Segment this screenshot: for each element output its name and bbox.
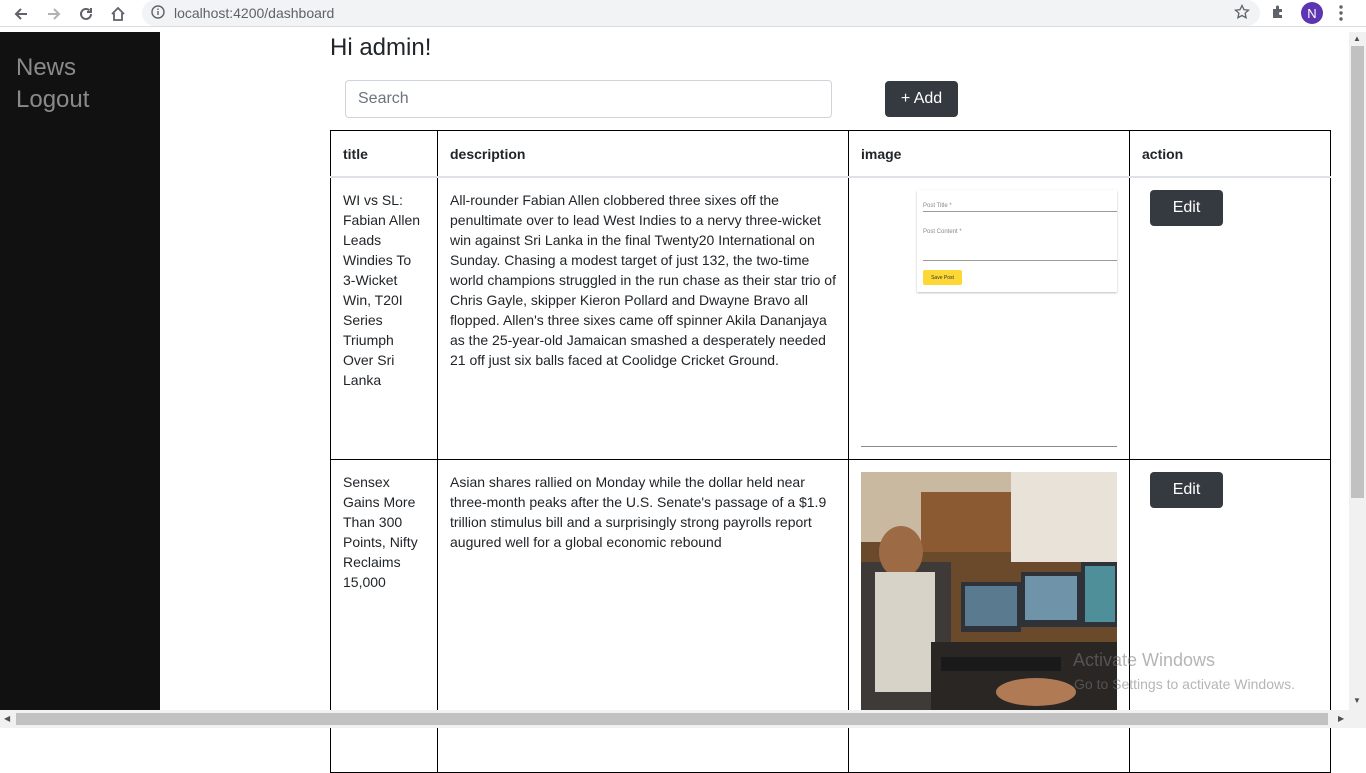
sidebar: News Logout — [0, 32, 160, 710]
horizontal-scroll-thumb[interactable] — [16, 713, 1328, 725]
home-icon[interactable] — [107, 3, 129, 25]
bookmark-star-icon[interactable] — [1233, 3, 1251, 25]
news-image-cell: Post Title * Post Content * Save Post — [848, 176, 1130, 460]
post-title-label: Post Title * — [923, 203, 952, 209]
activate-windows-title: Activate Windows — [1073, 650, 1216, 670]
news-title: WI vs SL: Fabian Allen Leads Windies To … — [330, 176, 438, 460]
divider — [923, 260, 1117, 261]
scroll-up-arrow-icon[interactable]: ▲ — [1353, 34, 1361, 43]
url-text: localhost:4200/dashboard — [174, 5, 335, 21]
horizontal-scrollbar[interactable]: ◀ ▶ — [0, 710, 1366, 728]
page-title: Hi admin! — [330, 34, 432, 61]
reload-icon[interactable] — [75, 3, 97, 25]
column-header-action: action — [1129, 130, 1331, 178]
news-description: All-rounder Fabian Allen clobbered three… — [437, 176, 849, 460]
browser-toolbar: localhost:4200/dashboard N — [0, 0, 1366, 27]
divider — [923, 211, 1117, 212]
vertical-scrollbar[interactable]: ▲ ▼ — [1349, 32, 1366, 710]
back-icon[interactable] — [10, 3, 32, 25]
add-news-button[interactable]: + Add — [885, 81, 958, 117]
address-bar[interactable]: localhost:4200/dashboard — [142, 0, 1260, 26]
action-cell: Edit — [1129, 176, 1331, 460]
scroll-left-arrow-icon[interactable]: ◀ — [4, 714, 10, 723]
info-icon[interactable] — [151, 5, 165, 24]
sidebar-item-news[interactable]: News — [16, 52, 76, 84]
forward-icon[interactable] — [43, 3, 65, 25]
post-content-label: Post Content * — [923, 229, 962, 235]
column-header-image: image — [848, 130, 1130, 178]
column-header-description: description — [437, 130, 849, 178]
more-menu-icon[interactable] — [1338, 4, 1344, 27]
post-form-screenshot: Post Title * Post Content * Save Post — [917, 190, 1117, 292]
edit-button[interactable]: Edit — [1150, 190, 1223, 226]
profile-avatar[interactable]: N — [1301, 2, 1323, 24]
table-row: WI vs SL: Fabian Allen Leads Windies To … — [330, 176, 1331, 460]
news-image: Post Title * Post Content * Save Post — [861, 190, 1117, 447]
column-header-title: title — [330, 130, 438, 178]
vertical-scroll-thumb[interactable] — [1351, 46, 1364, 498]
search-input[interactable] — [345, 80, 832, 118]
activate-windows-subtitle: Go to Settings to activate Windows. — [1074, 676, 1295, 692]
sidebar-item-logout[interactable]: Logout — [16, 84, 89, 116]
scroll-right-arrow-icon[interactable]: ▶ — [1338, 714, 1344, 723]
extensions-icon[interactable] — [1270, 4, 1286, 25]
edit-button[interactable]: Edit — [1150, 472, 1223, 508]
scroll-down-arrow-icon[interactable]: ▼ — [1353, 696, 1361, 705]
save-post-button-image: Save Post — [923, 270, 962, 285]
table-header-row: title description image action — [330, 130, 1331, 178]
